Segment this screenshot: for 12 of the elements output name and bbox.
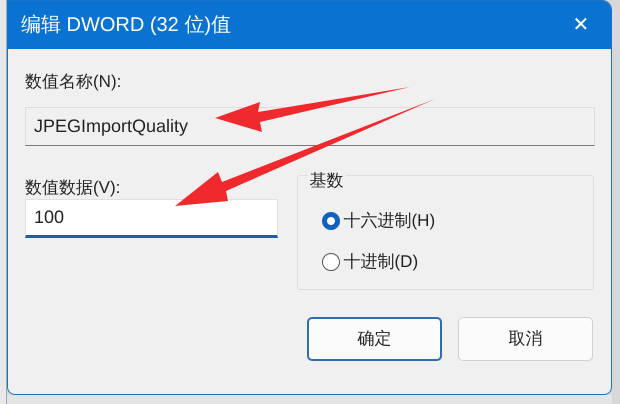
value-name-field[interactable]: JPEGImportQuality bbox=[25, 107, 595, 146]
value-data-field[interactable]: 100 bbox=[25, 199, 278, 238]
radio-option[interactable]: 十六进制(H) bbox=[322, 208, 593, 234]
field-label: 数值名称(N): bbox=[25, 71, 122, 93]
radio-option[interactable]: 十进制(D) bbox=[322, 249, 593, 275]
radio-button[interactable] bbox=[322, 212, 340, 230]
radio-button[interactable] bbox=[322, 253, 340, 271]
close-button[interactable]: ✕ bbox=[561, 7, 601, 43]
window-title: 编辑 DWORD (32 位)值 bbox=[21, 13, 231, 38]
cancel-button[interactable]: 取消 bbox=[458, 317, 593, 361]
ok-button[interactable]: 确定 bbox=[307, 317, 442, 361]
field-label: 数值数据(V): bbox=[25, 177, 122, 199]
